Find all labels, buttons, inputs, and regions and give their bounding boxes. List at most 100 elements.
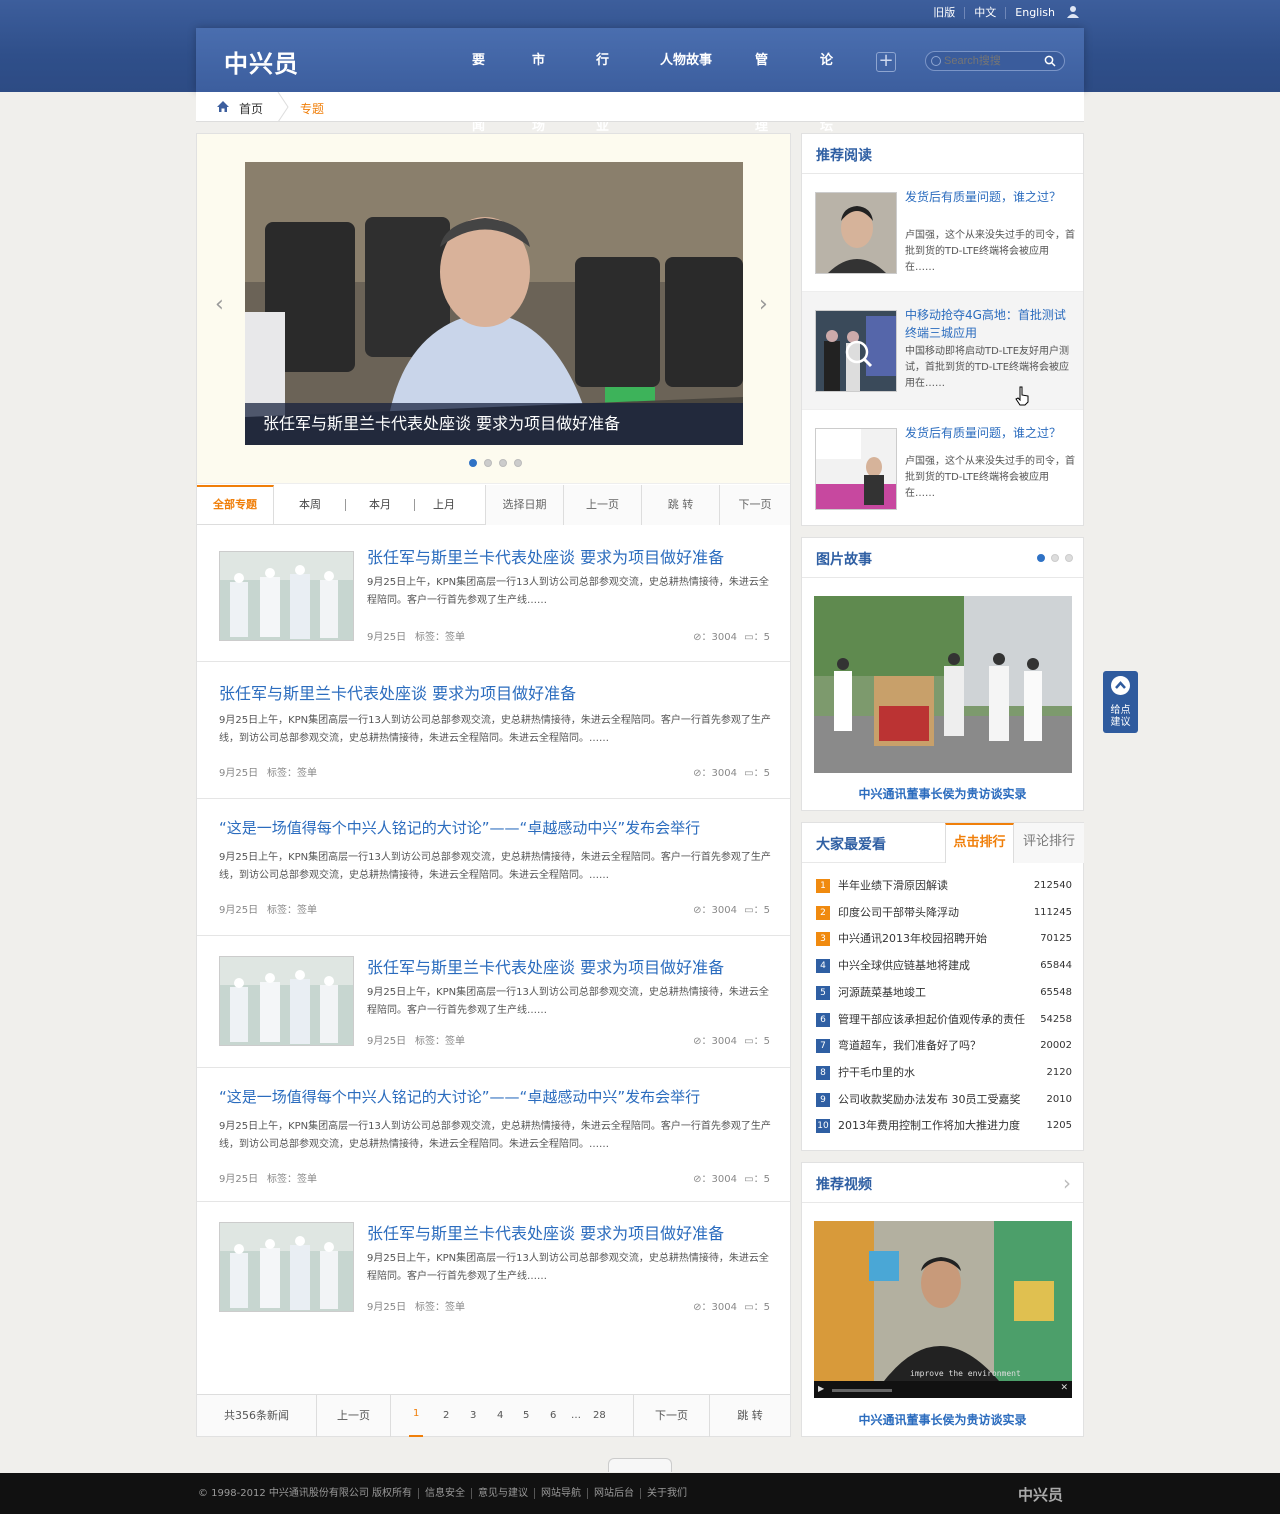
article-tag[interactable]: 标签：签单	[415, 1298, 465, 1313]
search-icon[interactable]	[1044, 55, 1056, 67]
photo-story-caption[interactable]: 中兴通讯董事长侯为贵访谈实录	[802, 785, 1083, 802]
rank-title[interactable]: 公司收款奖励办法发布 30员工受嘉奖	[838, 1092, 1021, 1108]
ranking-item[interactable]: 7 弯道超车，我们准备好了吗？ 20002	[816, 1038, 1072, 1054]
page-number[interactable]: 6	[550, 1395, 556, 1437]
page-number[interactable]: 2	[443, 1395, 449, 1437]
article-title[interactable]: 张任军与斯里兰卡代表处座谈 要求为项目做好准备	[367, 954, 724, 978]
recommend-thumbnail[interactable]	[815, 192, 897, 274]
slider-dot[interactable]	[499, 459, 507, 467]
article-title[interactable]: 张任军与斯里兰卡代表处座谈 要求为项目做好准备	[367, 544, 724, 568]
rank-title[interactable]: 中兴全球供应链基地将建成	[838, 958, 970, 974]
slider-dot[interactable]	[469, 459, 477, 467]
footer-link-sitemap[interactable]: 网站导航	[534, 1488, 587, 1499]
rank-title[interactable]: 管理干部应该承担起价值观传承的责任	[838, 1012, 1025, 1028]
slider-prev-arrow[interactable]: ‹	[215, 292, 224, 317]
rank-title[interactable]: 拧干毛巾里的水	[838, 1065, 915, 1081]
ranking-item[interactable]: 6 管理干部应该承担起价值观传承的责任 54258	[816, 1012, 1072, 1028]
rank-title[interactable]: 河源蔬菜基地竣工	[838, 985, 926, 1001]
pager-prev-button[interactable]: 上一页	[316, 1395, 390, 1437]
ranking-item[interactable]: 1 半年业绩下滑原因解读 212540	[816, 878, 1072, 894]
page-number[interactable]: 4	[497, 1395, 503, 1437]
video-player[interactable]: improve the environment ▶ ✕	[814, 1221, 1072, 1398]
add-nav-button[interactable]: +	[876, 52, 896, 72]
feedback-button[interactable]: 给点建议	[1103, 671, 1138, 733]
tab-last-month[interactable]: 上月	[433, 485, 455, 525]
slider-dot[interactable]	[514, 459, 522, 467]
tab-clicks-ranking[interactable]: 点击排行	[945, 823, 1014, 863]
breadcrumb-home[interactable]: 首页	[239, 100, 263, 117]
page-number[interactable]: 5	[523, 1395, 529, 1437]
prev-page-button[interactable]: 上一页	[563, 485, 641, 525]
ranking-item[interactable]: 10 2013年费用控制工作将加大推进力度 1205	[816, 1118, 1072, 1134]
rank-title[interactable]: 弯道超车，我们准备好了吗？	[838, 1038, 981, 1054]
footer-link-about[interactable]: 关于我们	[640, 1488, 693, 1499]
slider-caption[interactable]: 张任军与斯里兰卡代表处座谈 要求为项目做好准备	[245, 403, 743, 445]
article-title[interactable]: “这是一场值得每个中兴人铭记的大讨论”——“卓越感动中兴”发布会举行	[219, 817, 700, 838]
tab-comments-ranking[interactable]: 评论排行	[1014, 823, 1084, 863]
slider-dot[interactable]	[484, 459, 492, 467]
recommend-item-title[interactable]: 中移动抢夺4G高地：首批测试终端三城应用	[905, 306, 1075, 342]
ranking-item[interactable]: 9 公司收款奖励办法发布 30员工受嘉奖 2010	[816, 1092, 1072, 1108]
chevron-right-icon[interactable]: ›	[1063, 1171, 1071, 1195]
article-title[interactable]: “这是一场值得每个中兴人铭记的大讨论”——“卓越感动中兴”发布会举行	[219, 1086, 700, 1107]
slider-image[interactable]: 张任军与斯里兰卡代表处座谈 要求为项目做好准备	[245, 162, 743, 445]
recommend-item[interactable]: 发货后有质量问题，谁之过？ 卢国强，这个从来没失过手的司令，首批到货的TD-LT…	[802, 174, 1083, 292]
footer-link-feedback[interactable]: 意见与建议	[471, 1488, 534, 1499]
ranking-item[interactable]: 4 中兴全球供应链基地将建成 65844	[816, 958, 1072, 974]
tab-this-week[interactable]: 本周	[292, 485, 328, 525]
tab-this-month[interactable]: 本月	[369, 485, 391, 525]
next-page-button[interactable]: 下一页	[719, 485, 790, 525]
user-icon[interactable]	[1066, 5, 1080, 19]
site-logo[interactable]: 中兴员	[224, 44, 299, 79]
article-title[interactable]: 张任军与斯里兰卡代表处座谈 要求为项目做好准备	[219, 680, 576, 704]
ranking-item[interactable]: 3 中兴通讯2013年校园招聘开始 70125	[816, 931, 1072, 947]
english-link[interactable]: English	[1005, 7, 1064, 19]
rank-title[interactable]: 中兴通讯2013年校园招聘开始	[838, 931, 987, 947]
page-number[interactable]: 28	[593, 1395, 606, 1437]
recommend-item[interactable]: 中移动抢夺4G高地：首批测试终端三城应用 中国移动即将启动TD-LTE友好用户测…	[802, 292, 1083, 410]
recommend-item[interactable]: 发货后有质量问题，谁之过？ 卢国强，这个从来没失过手的司令，首批到货的TD-LT…	[802, 410, 1083, 528]
ranking-item[interactable]: 2 印度公司干部带头降浮动 111245	[816, 905, 1072, 921]
photo-dot[interactable]	[1037, 554, 1045, 562]
photo-story-image[interactable]	[814, 596, 1072, 773]
article-tag[interactable]: 标签：签单	[415, 1032, 465, 1047]
video-caption[interactable]: 中兴通讯董事长侯为贵访谈实录	[802, 1411, 1083, 1428]
tab-all-topics[interactable]: 全部专题	[197, 485, 274, 525]
ranking-item[interactable]: 8 拧干毛巾里的水 2120	[816, 1065, 1072, 1081]
home-icon[interactable]	[216, 100, 230, 113]
slider-next-arrow[interactable]: ›	[759, 292, 768, 317]
footer-link-admin[interactable]: 网站后台	[587, 1488, 640, 1499]
article-title[interactable]: 张任军与斯里兰卡代表处座谈 要求为项目做好准备	[367, 1220, 724, 1244]
rank-title[interactable]: 印度公司干部带头降浮动	[838, 905, 959, 921]
play-icon[interactable]: ▶	[818, 1384, 824, 1393]
pager-next-button[interactable]: 下一页	[633, 1395, 709, 1437]
page-number[interactable]: 3	[470, 1395, 476, 1437]
old-version-link[interactable]: 旧版	[924, 7, 964, 19]
collapse-handle[interactable]	[608, 1458, 672, 1472]
article-thumbnail[interactable]	[219, 956, 354, 1046]
article-thumbnail[interactable]	[219, 1222, 354, 1312]
recommend-item-title[interactable]: 发货后有质量问题，谁之过？	[905, 188, 1075, 206]
rank-title[interactable]: 2013年费用控制工作将加大推进力度	[838, 1118, 1020, 1134]
rank-title[interactable]: 半年业绩下滑原因解读	[838, 878, 948, 894]
nav-item-people[interactable]: 人物故事	[660, 28, 712, 94]
page-number[interactable]: 1	[409, 1395, 424, 1437]
photo-dot[interactable]	[1065, 554, 1073, 562]
article-tag[interactable]: 标签：签单	[267, 764, 317, 779]
search-input[interactable]	[926, 52, 1036, 70]
pager-jump-button[interactable]: 跳 转	[709, 1395, 790, 1437]
photo-dot[interactable]	[1051, 554, 1059, 562]
jump-button[interactable]: 跳 转	[641, 485, 719, 525]
fullscreen-icon[interactable]: ✕	[1060, 1383, 1068, 1393]
article-thumbnail[interactable]	[219, 551, 354, 641]
recommend-item-title[interactable]: 发货后有质量问题，谁之过？	[905, 424, 1075, 442]
chinese-link[interactable]: 中文	[964, 7, 1005, 19]
recommend-thumbnail[interactable]	[815, 428, 897, 510]
footer-link-security[interactable]: 信息安全	[418, 1488, 471, 1499]
progress-bar[interactable]	[832, 1389, 892, 1392]
article-tag[interactable]: 标签：签单	[415, 628, 465, 643]
choose-date-button[interactable]: 选择日期	[485, 485, 563, 525]
recommend-thumbnail[interactable]	[815, 310, 897, 392]
article-tag[interactable]: 标签：签单	[267, 1170, 317, 1185]
ranking-item[interactable]: 5 河源蔬菜基地竣工 65548	[816, 985, 1072, 1001]
